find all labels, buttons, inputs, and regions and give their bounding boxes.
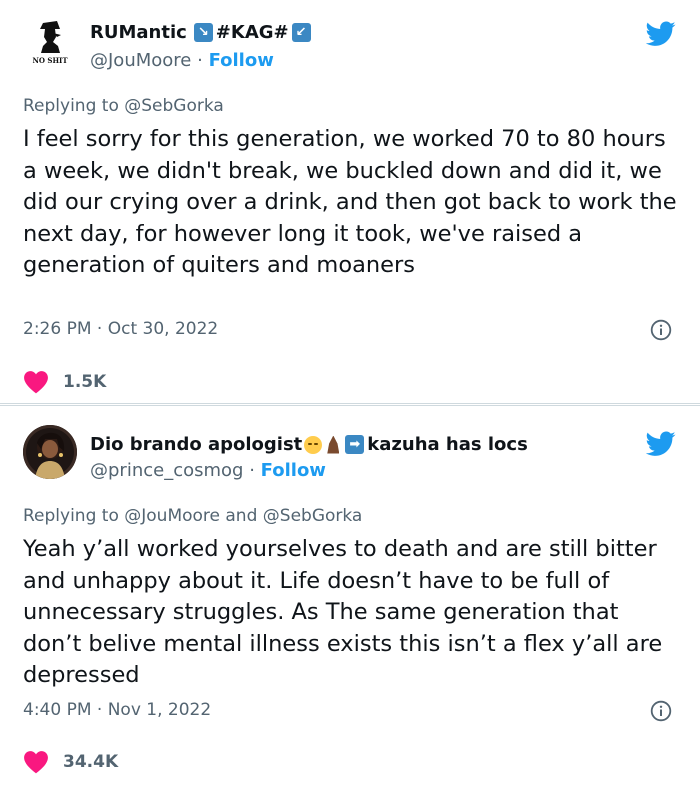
display-name[interactable]: Dio brando apologist xyxy=(90,434,302,455)
display-name-suffix[interactable]: #KAG# xyxy=(216,22,289,43)
timestamp[interactable]: 2:26 PM · Oct 30, 2022 xyxy=(23,319,218,339)
display-name[interactable]: RUMantic xyxy=(90,22,187,43)
tweet-card: Dio brando apologist ➡ kazuha has locs @… xyxy=(0,405,700,789)
author-name-row[interactable]: Dio brando apologist ➡ kazuha has locs xyxy=(90,434,528,455)
info-icon[interactable] xyxy=(650,700,672,722)
replying-to: Replying to @SebGorka xyxy=(23,96,224,116)
tweet-card: NO SHIT RUMantic ↘ #KAG# ↙ @JouMoore · F… xyxy=(0,0,700,404)
arrow-down-left-icon: ↙ xyxy=(291,23,311,42)
like-action[interactable]: 1.5K xyxy=(23,370,106,394)
replying-prefix: Replying to xyxy=(23,506,119,526)
heart-icon[interactable] xyxy=(23,750,49,774)
like-count: 1.5K xyxy=(63,372,107,392)
timestamp[interactable]: 4:40 PM · Nov 1, 2022 xyxy=(23,700,211,720)
tweet-text: I feel sorry for this generation, we wor… xyxy=(23,126,677,278)
follow-button[interactable]: Follow xyxy=(209,50,274,71)
handle-row: @JouMoore · Follow xyxy=(90,50,274,71)
separator: · xyxy=(96,700,103,720)
replying-prefix: Replying to xyxy=(23,96,119,116)
display-name-suffix[interactable]: kazuha has locs xyxy=(367,434,528,455)
separator: · xyxy=(197,50,203,71)
like-action[interactable]: 34.4K xyxy=(23,750,118,774)
arrow-down-right-icon: ↘ xyxy=(193,23,213,42)
arrow-right-icon: ➡ xyxy=(345,435,365,454)
handle-row: @prince_cosmog · Follow xyxy=(90,460,326,481)
time[interactable]: 2:26 PM xyxy=(23,319,92,339)
twitter-bird-icon[interactable] xyxy=(646,431,676,457)
mention-link[interactable]: @SebGorka xyxy=(124,96,224,116)
twitter-bird-icon[interactable] xyxy=(646,21,676,47)
mention-link[interactable]: @SebGorka xyxy=(263,506,363,526)
date[interactable]: Oct 30, 2022 xyxy=(108,319,219,339)
pensive-face-emoji-icon xyxy=(304,435,323,454)
replying-to: Replying to @JouMoore and @SebGorka xyxy=(23,506,362,526)
date[interactable]: Nov 1, 2022 xyxy=(108,700,211,720)
separator: · xyxy=(96,319,103,339)
praying-hands-emoji-icon xyxy=(324,436,342,454)
replying-conjunction: and xyxy=(225,506,258,526)
handle[interactable]: @prince_cosmog xyxy=(90,460,243,481)
avatar-caption: NO SHIT xyxy=(32,56,68,65)
author-name-row[interactable]: RUMantic ↘ #KAG# ↙ xyxy=(90,22,314,43)
like-count: 34.4K xyxy=(63,752,119,772)
info-icon[interactable] xyxy=(650,319,672,341)
heart-icon[interactable] xyxy=(23,370,49,394)
illustrated-avatar-icon xyxy=(23,425,77,479)
follow-button[interactable]: Follow xyxy=(261,460,326,481)
mention-link[interactable]: @JouMoore xyxy=(124,506,220,526)
avatar[interactable]: NO SHIT xyxy=(23,15,77,69)
tweet-text: Yeah y’all worked yourselves to death an… xyxy=(23,536,663,688)
time[interactable]: 4:40 PM xyxy=(23,700,92,720)
separator: · xyxy=(249,460,255,481)
avatar[interactable] xyxy=(23,425,77,479)
handle[interactable]: @JouMoore xyxy=(90,50,191,71)
